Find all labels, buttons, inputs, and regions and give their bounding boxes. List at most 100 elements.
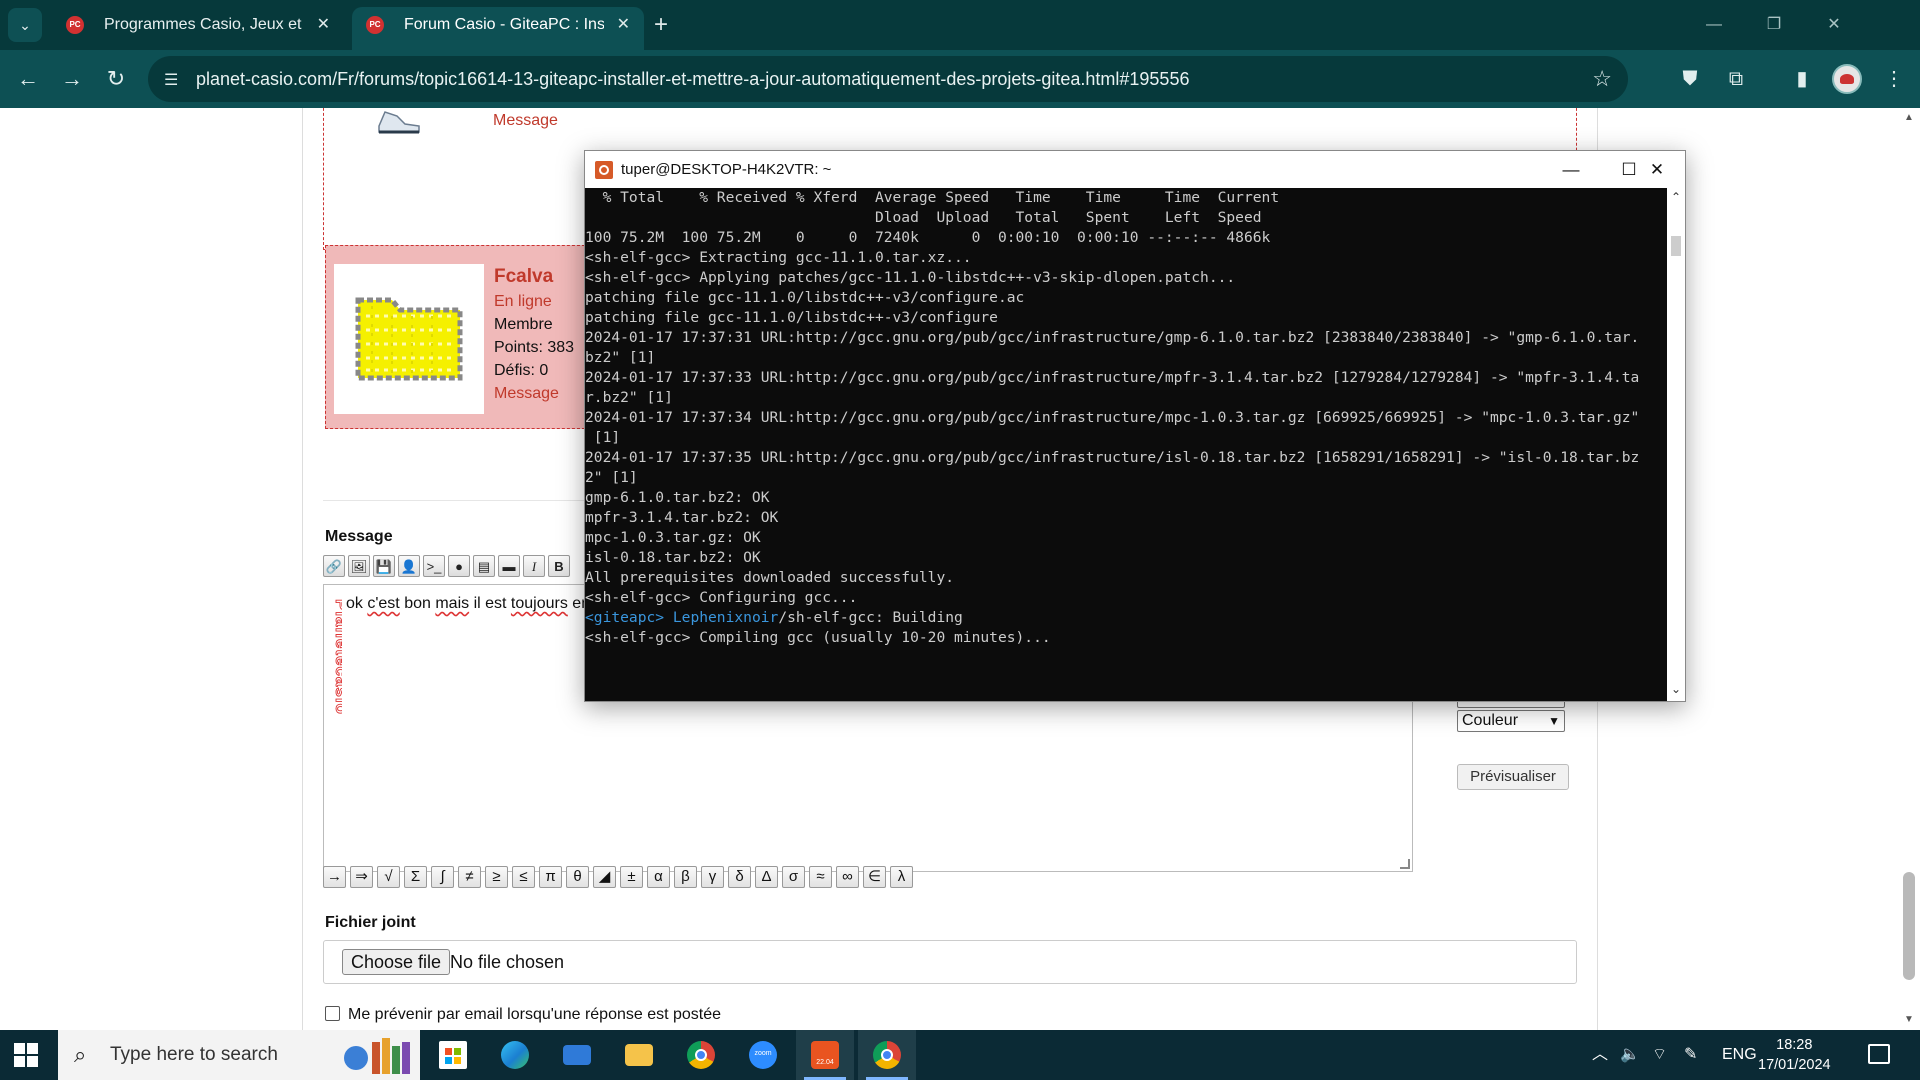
terminal-window[interactable]: tuper@DESKTOP-H4K2VTR: ~ — ☐ ✕ % Total %…	[584, 150, 1686, 702]
side-panel-icon[interactable]: ▮	[1786, 63, 1818, 95]
symbol-button[interactable]: θ	[566, 866, 589, 888]
taskbar-edge[interactable]	[486, 1030, 544, 1080]
format-bold-button[interactable]: B	[548, 555, 570, 577]
notify-option[interactable]: Me prévenir par email lorsqu'une réponse…	[325, 1006, 721, 1024]
terminal-scrollbar[interactable]: ⌃ ⌄	[1667, 188, 1685, 701]
reload-icon[interactable]: ↻	[100, 63, 132, 95]
scroll-down-icon[interactable]: ▼	[1898, 1014, 1920, 1025]
format-user-button[interactable]: 👤	[398, 555, 420, 577]
taskbar-clock[interactable]: 18:28 17/01/2024	[1758, 1035, 1831, 1075]
user-message-link[interactable]: Message	[494, 385, 559, 403]
windows-start-icon[interactable]	[14, 1043, 38, 1067]
format-code-button[interactable]: >_	[423, 555, 445, 577]
address-bar[interactable]: ☰ planet-casio.com/Fr/forums/topic16614-…	[148, 56, 1628, 102]
taskbar-file-explorer[interactable]	[610, 1030, 668, 1080]
extensions-puzzle-icon[interactable]: ⧉	[1720, 63, 1752, 95]
choose-file-button[interactable]: Choose file	[342, 949, 451, 975]
taskbar-zoom[interactable]: zoom	[734, 1030, 792, 1080]
restore-icon[interactable]: ❐	[1744, 0, 1804, 50]
format-save-button[interactable]: 💾	[373, 555, 395, 577]
symbol-button[interactable]: ±	[620, 866, 643, 888]
terminal-output[interactable]: % Total % Received % Xferd Average Speed…	[585, 188, 1667, 701]
tab-search-dropdown-icon[interactable]: ⌄	[8, 8, 42, 42]
symbol-button[interactable]: γ	[701, 866, 724, 888]
terminal-line: patching file gcc-11.1.0/libstdc++-v3/co…	[585, 289, 1025, 306]
taskbar-search[interactable]: ⌕ Type here to search	[58, 1030, 420, 1080]
logo-text: Planetecasio	[332, 599, 342, 715]
terminal-close-icon[interactable]: ✕	[1629, 151, 1685, 188]
notification-center-icon[interactable]	[1868, 1044, 1890, 1064]
pen-icon[interactable]: ✎	[1684, 1030, 1697, 1080]
terminal-minimize-icon[interactable]: —	[1543, 151, 1599, 188]
tab-close-icon[interactable]: ✕	[317, 7, 330, 43]
previous-post-message-link[interactable]: Message	[493, 112, 558, 130]
format-spoiler-button[interactable]: ▤	[473, 555, 495, 577]
scroll-up-icon[interactable]: ▲	[1898, 112, 1920, 123]
symbol-button[interactable]: β	[674, 866, 697, 888]
forward-icon[interactable]: →	[56, 63, 88, 95]
terminal-line: 2024-01-17 17:37:35 URL:http://gcc.gnu.o…	[585, 449, 1640, 466]
symbol-button[interactable]: λ	[890, 866, 913, 888]
profile-avatar[interactable]	[1832, 64, 1862, 94]
tab-close-icon[interactable]: ✕	[617, 7, 630, 43]
symbol-button[interactable]: ∫	[431, 866, 454, 888]
symbol-button[interactable]: ≤	[512, 866, 535, 888]
symbol-button[interactable]: ∈	[863, 866, 886, 888]
symbol-button[interactable]: Δ	[755, 866, 778, 888]
tray-chevron-up-icon[interactable]: ︿	[1592, 1030, 1608, 1080]
symbol-button[interactable]: α	[647, 866, 670, 888]
scroll-down-icon[interactable]: ⌄	[1667, 682, 1685, 696]
format-color-button[interactable]: ●	[448, 555, 470, 577]
format-link-button[interactable]: 🔗	[323, 555, 345, 577]
symbol-button[interactable]: ◢	[593, 866, 616, 888]
format-image-button[interactable]: 🖼	[348, 555, 370, 577]
symbol-button[interactable]: Σ	[404, 866, 427, 888]
taskbar-microsoft-store[interactable]	[424, 1030, 482, 1080]
terminal-titlebar[interactable]: tuper@DESKTOP-H4K2VTR: ~ — ☐ ✕	[585, 151, 1685, 188]
shield-extension-icon[interactable]: ⛊	[1674, 63, 1706, 95]
close-window-icon[interactable]: ✕	[1804, 0, 1864, 50]
symbol-button[interactable]: π	[539, 866, 562, 888]
new-tab-plus-icon[interactable]: +	[654, 10, 668, 40]
menu-dots-icon[interactable]: ⋮	[1878, 63, 1910, 95]
tab-forum-casio[interactable]: PC Forum Casio - GiteaPC : Installer et …	[352, 7, 644, 50]
page-scrollbar-thumb[interactable]	[1903, 872, 1915, 980]
symbol-button[interactable]: ∞	[836, 866, 859, 888]
site-info-icon[interactable]: ☰	[164, 70, 178, 90]
format-italic-button[interactable]: I	[523, 555, 545, 577]
format-strike-button[interactable]: ▬	[498, 555, 520, 577]
symbol-button[interactable]: ≠	[458, 866, 481, 888]
address-url[interactable]: planet-casio.com/Fr/forums/topic16614-13…	[196, 56, 1189, 102]
symbol-button[interactable]: ⇒	[350, 866, 373, 888]
user-defis: Défis: 0	[494, 362, 549, 379]
symbol-button[interactable]: δ	[728, 866, 751, 888]
terminal-line-giteapc: <giteapc> Lephenixnoir/sh-elf-gcc: Build…	[585, 609, 963, 626]
page-scrollbar[interactable]: ▲ ▼	[1898, 108, 1920, 1030]
notify-checkbox[interactable]	[325, 1006, 340, 1021]
symbol-button[interactable]: →	[323, 866, 346, 888]
editor-text[interactable]: ok c'est bon mais il est toujours en	[346, 595, 590, 613]
preview-button[interactable]: Prévisualiser	[1457, 764, 1569, 790]
terminal-title: tuper@DESKTOP-H4K2VTR: ~	[621, 161, 832, 178]
scroll-up-icon[interactable]: ⌃	[1667, 190, 1685, 204]
symbol-button[interactable]: σ	[782, 866, 805, 888]
resize-handle[interactable]	[1400, 859, 1410, 869]
taskbar-chrome[interactable]	[672, 1030, 730, 1080]
color-select[interactable]: Couleur ▼	[1457, 710, 1565, 732]
symbol-button[interactable]: √	[377, 866, 400, 888]
tab-programmes-casio[interactable]: PC Programmes Casio, Jeux et Cours ✕	[52, 7, 344, 50]
terminal-scrollbar-thumb[interactable]	[1671, 236, 1681, 256]
username[interactable]: Fcalva	[494, 266, 553, 288]
taskbar-ubuntu-terminal[interactable]: 22.04	[796, 1030, 854, 1080]
bookmark-star-icon[interactable]: ☆	[1592, 56, 1612, 102]
taskbar-chrome-profile[interactable]	[858, 1030, 916, 1080]
symbol-button[interactable]: ≥	[485, 866, 508, 888]
network-icon[interactable]: ⌔	[1652, 1030, 1667, 1080]
minimize-icon[interactable]: —	[1684, 0, 1744, 50]
volume-icon[interactable]: 🔈	[1620, 1030, 1640, 1080]
language-indicator[interactable]: ENG	[1722, 1030, 1757, 1080]
back-icon[interactable]: ←	[12, 63, 44, 95]
clock-time: 18:28	[1776, 1037, 1813, 1053]
taskbar-mail[interactable]	[548, 1030, 606, 1080]
symbol-button[interactable]: ≈	[809, 866, 832, 888]
